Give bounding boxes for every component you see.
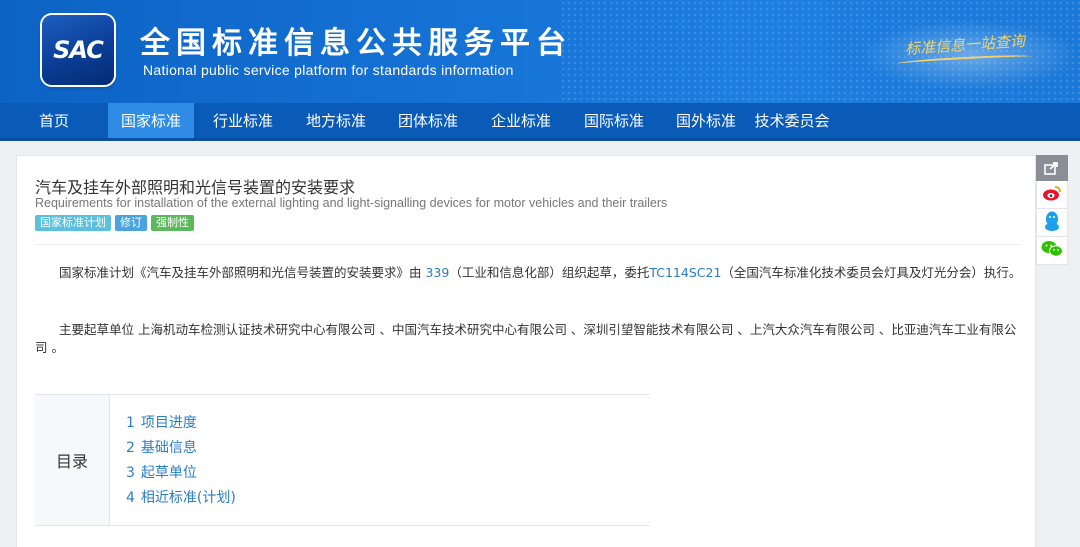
nav-item-home[interactable]: 首页 [0, 103, 108, 138]
toc-item-drafting-units[interactable]: 3 起草单位 [126, 461, 236, 486]
org-code-link[interactable]: 339 [425, 265, 449, 280]
header-banner: SAC 全国标准信息公共服务平台 National public service… [0, 0, 1080, 103]
standard-title-english: Requirements for installation of the ext… [35, 196, 668, 210]
nav-item-international-standards[interactable]: 国际标准 [566, 103, 662, 138]
site-title: 全国标准信息公共服务平台 [140, 26, 572, 61]
nav-item-local-standards[interactable]: 地方标准 [292, 103, 380, 138]
badge-national-plan: 国家标准计划 [35, 215, 111, 231]
nav-item-enterprise-standards[interactable]: 企业标准 [476, 103, 566, 138]
tc-link[interactable]: TC114SC21 [649, 265, 721, 280]
main-nav: 首页 国家标准 行业标准 地方标准 团体标准 企业标准 国际标准 国外标准 技术… [0, 103, 1080, 141]
toc-item-progress[interactable]: 1 项目进度 [126, 411, 236, 436]
share-qq-button[interactable] [1036, 209, 1068, 237]
toc-list: 1 项目进度 2 基础信息 3 起草单位 4 相近标准(计划) [110, 395, 236, 525]
qq-icon [1043, 210, 1061, 236]
nav-item-industry-standards[interactable]: 行业标准 [194, 103, 292, 138]
nav-item-national-standards[interactable]: 国家标准 [108, 103, 194, 138]
badge-mandatory: 强制性 [151, 215, 194, 231]
logo-text: SAC [53, 36, 104, 64]
divider [35, 244, 1021, 245]
nav-item-foreign-standards[interactable]: 国外标准 [662, 103, 750, 138]
standard-detail-card: 汽车及挂车外部照明和光信号装置的安装要求 Requirements for in… [16, 155, 1036, 547]
toc-item-related-standards[interactable]: 4 相近标准(计划) [126, 486, 236, 511]
share-sidebar [1036, 155, 1068, 275]
nav-item-group-standards[interactable]: 团体标准 [380, 103, 476, 138]
share-icon [1044, 161, 1060, 175]
description-paragraph-1: 国家标准计划《汽车及挂车外部照明和光信号装置的安装要求》由 339（工业和信息化… [59, 265, 1022, 280]
standard-title: 汽车及挂车外部照明和光信号装置的安装要求 [35, 178, 356, 197]
sac-logo[interactable]: SAC [42, 15, 114, 85]
toc-item-basic-info[interactable]: 2 基础信息 [126, 436, 236, 461]
badge-group: 国家标准计划 修订 强制性 [35, 215, 194, 231]
toc-label: 目录 [35, 395, 110, 525]
badge-revision: 修订 [115, 215, 147, 231]
table-of-contents: 目录 1 项目进度 2 基础信息 3 起草单位 4 相近标准(计划) [35, 394, 650, 526]
banner-glow [860, 20, 1080, 90]
wechat-icon [1041, 240, 1063, 262]
description-paragraph-2: 主要起草单位 上海机动车检测认证技术研究中心有限公司 、中国汽车技术研究中心有限… [35, 322, 1017, 355]
share-wechat-button[interactable] [1036, 237, 1068, 265]
share-button[interactable] [1036, 155, 1068, 181]
weibo-icon [1042, 184, 1062, 206]
site-subtitle: National public service platform for sta… [143, 62, 514, 78]
nav-item-technical-committees[interactable]: 技术委员会 [750, 103, 834, 138]
share-weibo-button[interactable] [1036, 181, 1068, 209]
